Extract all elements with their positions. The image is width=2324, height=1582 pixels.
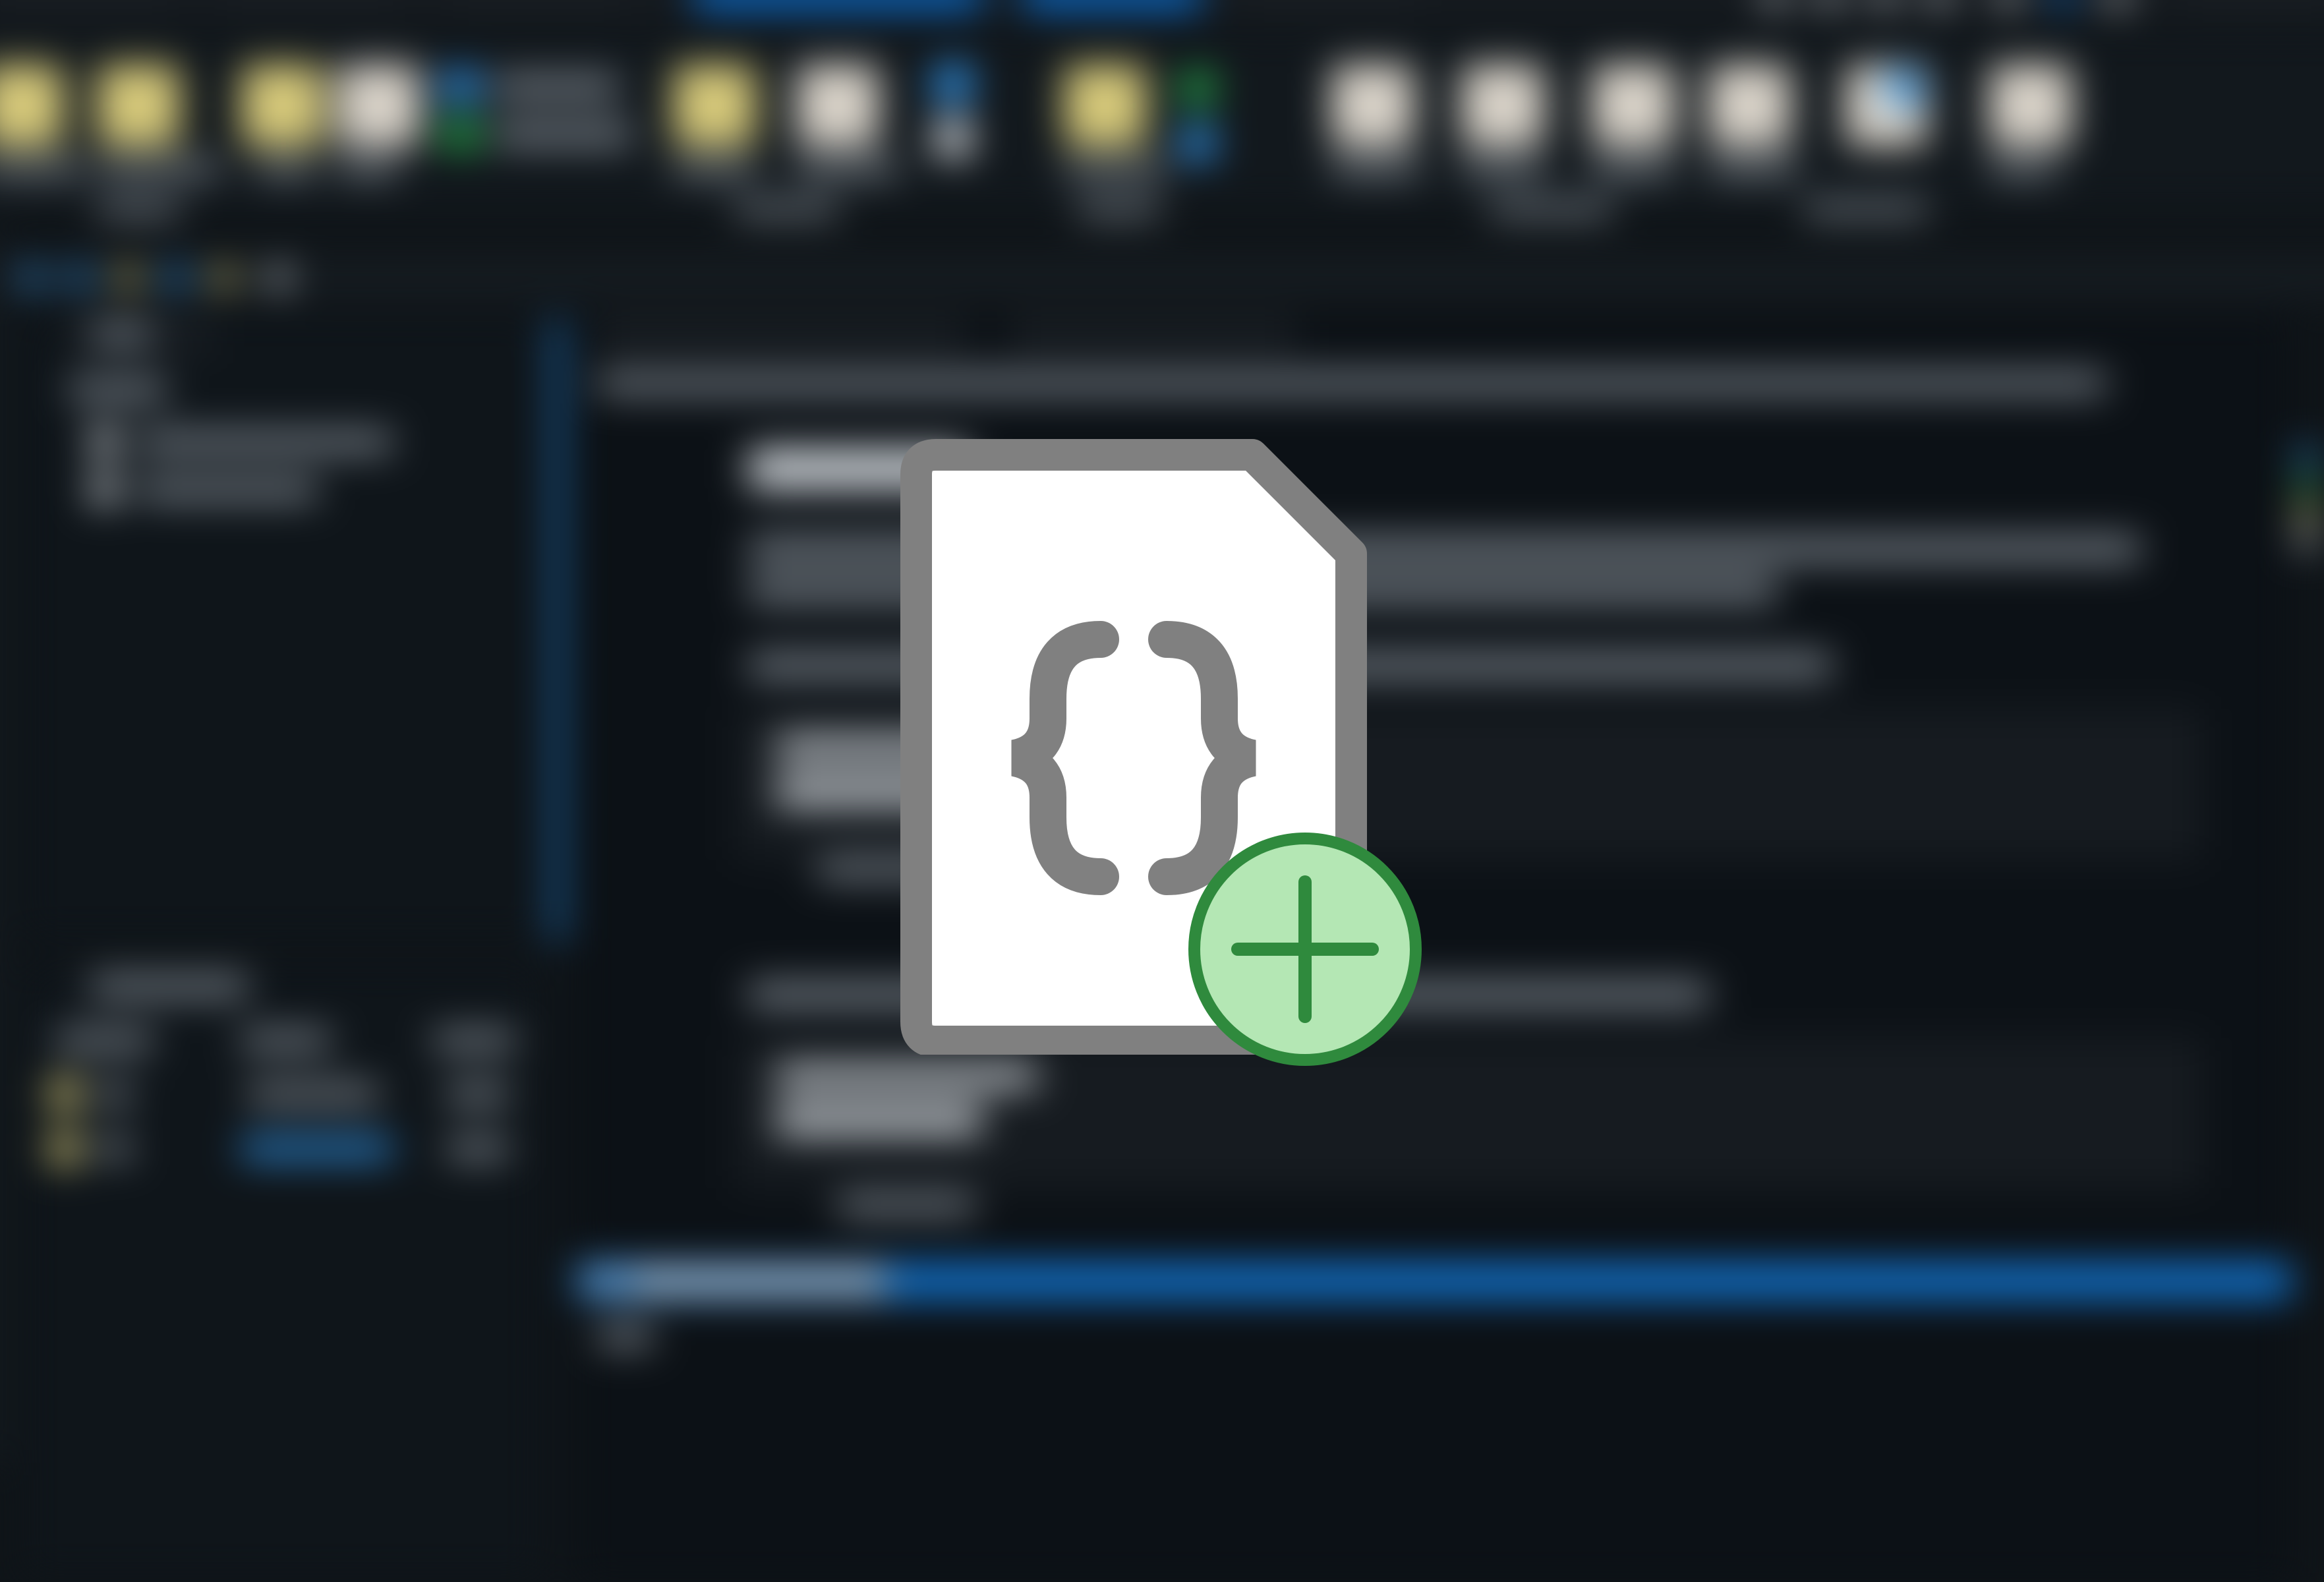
add-plus-badge-icon bbox=[1186, 831, 1424, 1068]
new-code-file-icon bbox=[883, 435, 1384, 1055]
